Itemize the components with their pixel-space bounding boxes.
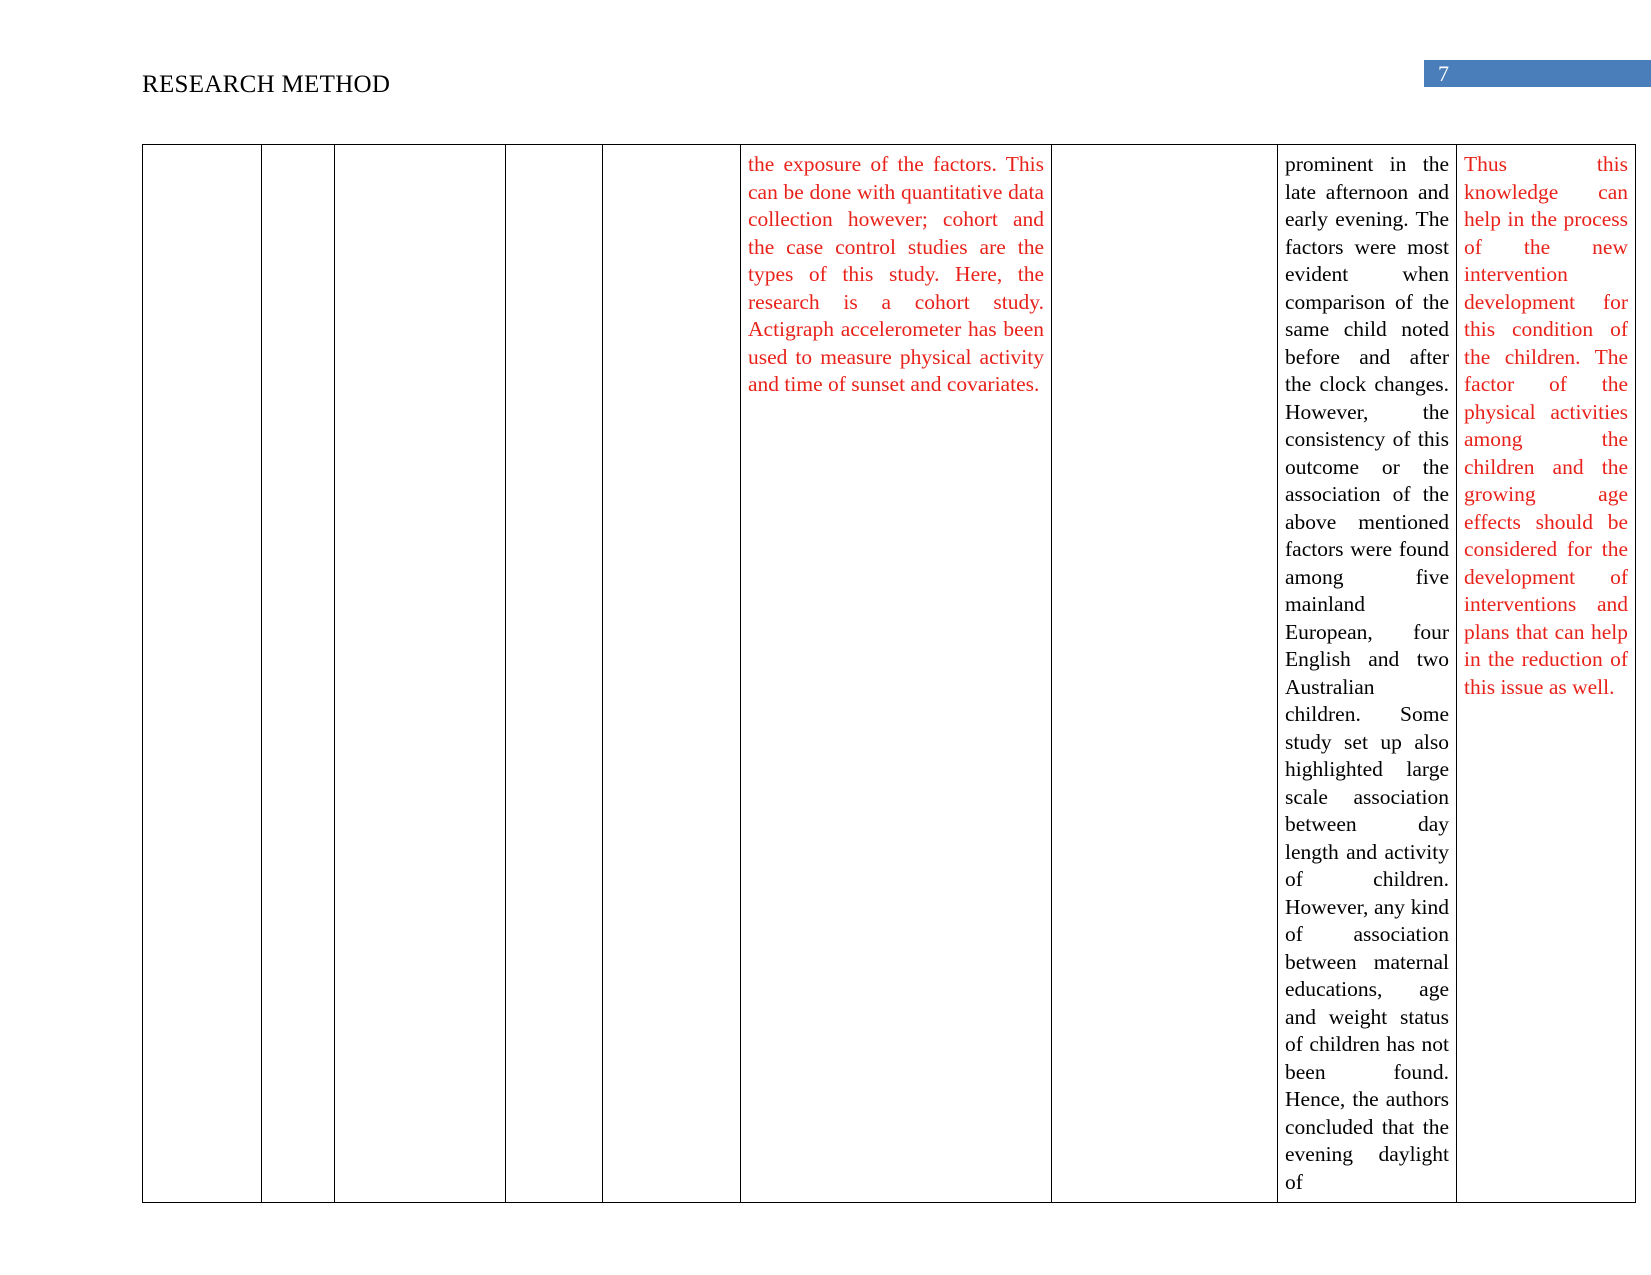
page-number-badge: 7 xyxy=(1424,60,1651,87)
table-cell-method: the exposure of the factors. This can be… xyxy=(740,144,1052,1203)
table-row: the exposure of the factors. This can be… xyxy=(142,144,1636,1203)
table-cell-empty-1 xyxy=(142,144,262,1203)
page-header: RESEARCH METHOD 7 xyxy=(0,0,1651,120)
content-table: the exposure of the factors. This can be… xyxy=(142,144,1636,1203)
page-number-text: 7 xyxy=(1438,61,1449,86)
cell-text-conclusion: Thus this knowledge can help in the proc… xyxy=(1464,152,1628,699)
table-cell-empty-3 xyxy=(334,144,506,1203)
table-cell-empty-7 xyxy=(1051,144,1278,1203)
cell-text-method: the exposure of the factors. This can be… xyxy=(748,152,1044,396)
document-page: RESEARCH METHOD 7 the exposure of the fa… xyxy=(0,0,1651,1275)
cell-text-findings: prominent in the late afternoon and earl… xyxy=(1285,152,1449,1194)
table-cell-findings: prominent in the late afternoon and earl… xyxy=(1277,144,1457,1203)
table-cell-empty-5 xyxy=(602,144,741,1203)
table-cell-empty-2 xyxy=(261,144,335,1203)
table-cell-conclusion: Thus this knowledge can help in the proc… xyxy=(1456,144,1636,1203)
table-cell-empty-4 xyxy=(505,144,603,1203)
page-title: RESEARCH METHOD xyxy=(142,71,391,98)
